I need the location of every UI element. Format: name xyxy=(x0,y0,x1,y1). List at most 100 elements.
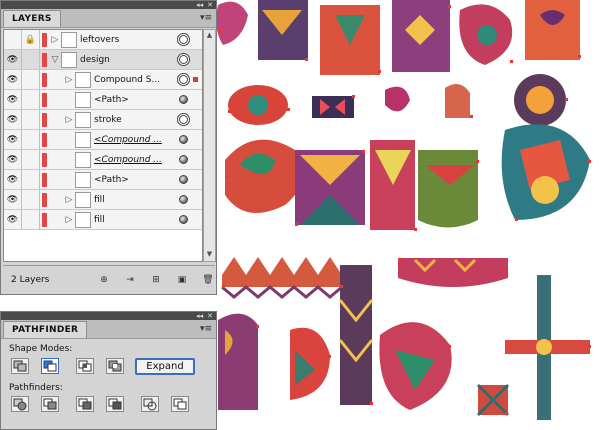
selection-indicator[interactable] xyxy=(193,77,198,82)
locate-object-icon[interactable]: ⊕ xyxy=(97,274,111,286)
panel-menu-icon[interactable]: ▾≡ xyxy=(200,13,212,23)
layer-row[interactable]: 👁 ▷ fill xyxy=(4,190,202,210)
layer-name[interactable]: <Compound ... xyxy=(94,135,179,145)
scroll-down-icon[interactable]: ▼ xyxy=(204,250,215,260)
collapse-icon[interactable]: ◂◂ xyxy=(196,312,203,320)
layers-scrollbar[interactable]: ▲ ▼ xyxy=(203,29,216,262)
layer-thumbnail xyxy=(75,131,91,148)
tab-layers[interactable]: LAYERS xyxy=(3,10,61,27)
target-icon[interactable] xyxy=(179,195,188,204)
eye-icon[interactable]: 👁 xyxy=(4,110,22,129)
layer-row[interactable]: 👁 ▷ Compound S... xyxy=(4,70,202,90)
chevron-right-icon[interactable]: ▷ xyxy=(63,195,75,205)
target-icon[interactable] xyxy=(179,175,188,184)
layers-panel-topbar[interactable]: ◂◂ ✕ xyxy=(1,1,216,9)
layer-row[interactable]: 🔒 ▷ leftovers xyxy=(4,30,202,50)
layer-row[interactable]: 👁 <Compound ... xyxy=(4,150,202,170)
layer-thumbnail xyxy=(61,51,77,68)
unite-button[interactable] xyxy=(11,358,29,374)
layer-name[interactable]: fill xyxy=(94,195,179,205)
layer-row[interactable]: 👁 ▷ fill xyxy=(4,210,202,230)
lock-toggle[interactable] xyxy=(22,50,40,69)
lock-toggle[interactable] xyxy=(22,90,40,109)
target-icon[interactable] xyxy=(179,155,188,164)
layer-row[interactable]: 👁 <Path> xyxy=(4,90,202,110)
eye-icon[interactable]: 👁 xyxy=(4,170,22,189)
divide-button[interactable] xyxy=(11,396,29,412)
unite-icon xyxy=(13,360,27,372)
target-icon[interactable] xyxy=(179,95,188,104)
outline-button[interactable] xyxy=(141,396,159,412)
eye-icon[interactable]: 👁 xyxy=(4,150,22,169)
layer-color-swatch xyxy=(42,132,47,147)
create-new-sublayer-icon[interactable]: ⊞ xyxy=(149,274,163,286)
scroll-up-icon[interactable]: ▲ xyxy=(204,31,215,41)
chevron-right-icon[interactable]: ▷ xyxy=(63,215,75,225)
eye-icon[interactable]: 👁 xyxy=(4,50,22,69)
lock-toggle[interactable] xyxy=(22,70,40,89)
target-icon[interactable] xyxy=(179,55,188,64)
create-new-layer-icon[interactable]: ▣ xyxy=(175,274,189,286)
close-icon[interactable]: ✕ xyxy=(207,312,213,320)
lock-toggle[interactable] xyxy=(22,110,40,129)
layer-color-swatch xyxy=(42,112,47,127)
pathfinder-panel-topbar[interactable]: ◂◂ ✕ xyxy=(1,312,216,320)
close-icon[interactable]: ✕ xyxy=(207,1,213,9)
eye-icon[interactable]: 👁 xyxy=(4,70,22,89)
delete-layer-icon[interactable]: 🗑 xyxy=(201,274,215,286)
lock-toggle[interactable] xyxy=(22,170,40,189)
lock-toggle[interactable] xyxy=(22,190,40,209)
chevron-right-icon[interactable]: ▷ xyxy=(63,115,75,125)
exclude-button[interactable] xyxy=(106,358,124,374)
lock-toggle[interactable] xyxy=(22,210,40,229)
layer-name[interactable]: <Path> xyxy=(94,175,179,185)
eye-icon[interactable]: 👁 xyxy=(4,210,22,229)
layer-color-swatch xyxy=(42,192,47,207)
layer-name[interactable]: fill xyxy=(94,215,179,225)
target-icon[interactable] xyxy=(179,135,188,144)
crop-button[interactable] xyxy=(106,396,124,412)
trim-button[interactable] xyxy=(41,396,59,412)
layers-tabbar: LAYERS ▾≡ xyxy=(1,9,216,28)
layer-name[interactable]: leftovers xyxy=(80,35,179,45)
eye-icon[interactable]: 👁 xyxy=(4,90,22,109)
layer-row[interactable]: 👁 ▷ stroke xyxy=(4,110,202,130)
target-icon[interactable] xyxy=(179,35,188,44)
chevron-down-icon[interactable]: ▽ xyxy=(49,55,61,65)
layer-name[interactable]: stroke xyxy=(94,115,179,125)
chevron-right-icon[interactable]: ▷ xyxy=(49,35,61,45)
minus-back-button[interactable] xyxy=(171,396,189,412)
layer-name[interactable]: <Path> xyxy=(94,95,179,105)
chevron-right-icon[interactable]: ▷ xyxy=(63,75,75,85)
collapse-icon[interactable]: ◂◂ xyxy=(196,1,203,9)
eye-icon[interactable]: 👁 xyxy=(4,130,22,149)
layer-color-swatch xyxy=(42,72,47,87)
layers-list: 🔒 ▷ leftovers 👁 ▽ design 👁 ▷ Compound S... 👁 <Path… xyxy=(3,29,203,262)
expand-button[interactable]: Expand xyxy=(135,358,195,375)
layer-name[interactable]: Compound S... xyxy=(94,75,179,85)
minus-front-button[interactable] xyxy=(41,358,59,374)
merge-button[interactable] xyxy=(76,396,94,412)
pathfinder-panel: ◂◂ ✕ PATHFINDER ▾≡ Shape Modes: Expand P… xyxy=(0,311,217,430)
layer-name[interactable]: design xyxy=(80,55,179,65)
intersect-button[interactable] xyxy=(76,358,94,374)
layer-row[interactable]: 👁 <Path> xyxy=(4,170,202,190)
tab-pathfinder[interactable]: PATHFINDER xyxy=(3,321,88,338)
layer-thumbnail xyxy=(75,171,91,188)
layer-row[interactable]: 👁 <Compound ... xyxy=(4,130,202,150)
layer-name[interactable]: <Compound ... xyxy=(94,155,179,165)
layer-row[interactable]: 👁 ▽ design xyxy=(4,50,202,70)
panel-menu-icon[interactable]: ▾≡ xyxy=(200,324,212,334)
divide-icon xyxy=(13,398,27,411)
lock-icon[interactable]: 🔒 xyxy=(22,30,40,49)
target-icon[interactable] xyxy=(179,115,188,124)
visibility-toggle[interactable] xyxy=(4,30,22,49)
target-icon[interactable] xyxy=(179,215,188,224)
layer-thumbnail xyxy=(75,71,91,88)
eye-icon[interactable]: 👁 xyxy=(4,190,22,209)
target-icon[interactable] xyxy=(179,75,188,84)
make-clipping-mask-icon[interactable]: ⇥ xyxy=(123,274,137,286)
layer-thumbnail xyxy=(75,111,91,128)
lock-toggle[interactable] xyxy=(22,130,40,149)
lock-toggle[interactable] xyxy=(22,150,40,169)
